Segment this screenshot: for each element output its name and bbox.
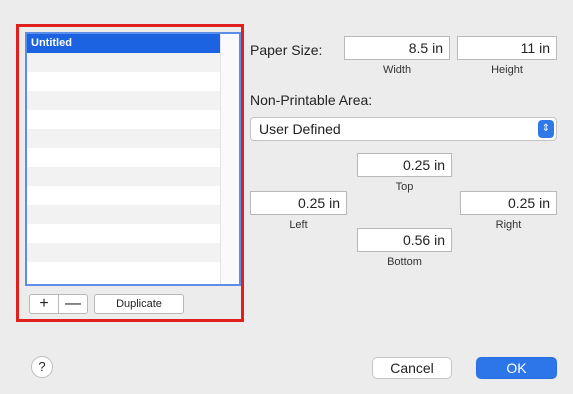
list-item[interactable] [27, 53, 223, 72]
non-printable-label: Non-Printable Area: [250, 92, 373, 108]
paper-size-list[interactable]: Untitled [25, 32, 241, 286]
top-margin-field[interactable]: 0.25 in [357, 153, 452, 177]
height-label: Height [491, 64, 523, 76]
list-item[interactable] [27, 129, 223, 148]
list-item[interactable] [27, 224, 223, 243]
list-item[interactable] [27, 167, 223, 186]
list-item[interactable] [27, 262, 223, 281]
help-button[interactable]: ? [31, 356, 53, 378]
bottom-margin-field[interactable]: 0.56 in [357, 228, 452, 252]
non-printable-select[interactable]: User Defined ⇕ [250, 117, 557, 141]
right-margin-label: Right [495, 219, 522, 231]
left-margin-label: Left [289, 219, 308, 231]
top-margin-label: Top [395, 181, 414, 193]
list-item[interactable] [27, 91, 223, 110]
list-item[interactable]: Untitled [27, 34, 223, 53]
list-item[interactable] [27, 72, 223, 91]
paper-size-label: Paper Size: [250, 42, 323, 58]
height-field[interactable]: 11 in [457, 36, 557, 60]
list-item[interactable] [27, 110, 223, 129]
list-scrollbar[interactable] [220, 34, 239, 284]
left-margin-field[interactable]: 0.25 in [250, 191, 347, 215]
list-item[interactable] [27, 205, 223, 224]
paper-size-rows: Untitled [27, 34, 223, 281]
width-field[interactable]: 8.5 in [344, 36, 450, 60]
popup-arrows-icon: ⇕ [538, 120, 554, 138]
list-item[interactable] [27, 148, 223, 167]
list-item[interactable] [27, 186, 223, 205]
ok-button[interactable]: OK [476, 357, 557, 379]
width-label: Width [382, 64, 412, 76]
list-item[interactable] [27, 243, 223, 262]
remove-button[interactable]: — [58, 294, 88, 314]
cancel-button[interactable]: Cancel [372, 357, 452, 379]
add-button[interactable]: + [29, 294, 59, 314]
bottom-margin-label: Bottom [387, 256, 422, 268]
right-margin-field[interactable]: 0.25 in [460, 191, 557, 215]
non-printable-select-value: User Defined [259, 121, 341, 137]
duplicate-button[interactable]: Duplicate [94, 294, 184, 314]
